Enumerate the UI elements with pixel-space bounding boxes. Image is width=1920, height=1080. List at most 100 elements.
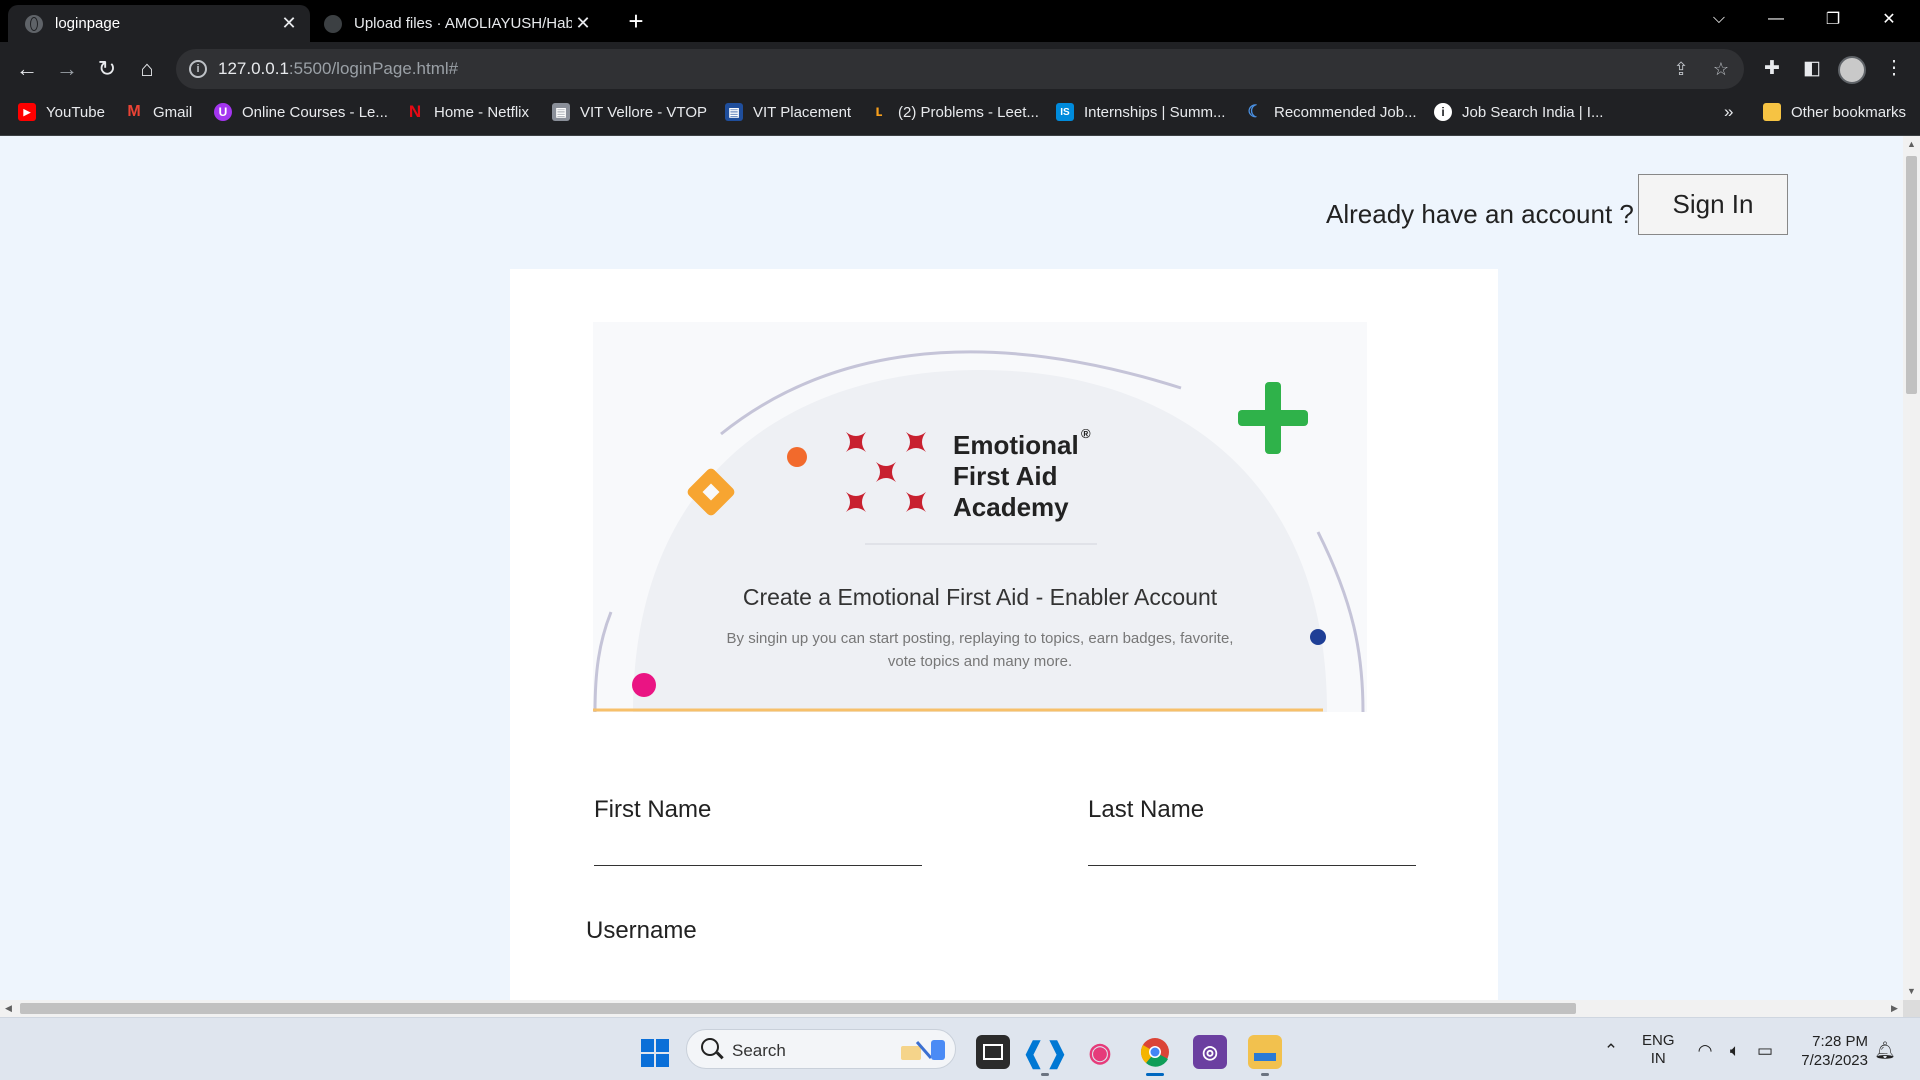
windows-taskbar: Search ❰❱ ◉ ◎ ⌃ ENG IN ◠ 🔈︎ ▭ 7:28 PM 7/… xyxy=(0,1017,1920,1080)
reload-icon[interactable]: ↻ xyxy=(92,54,122,84)
youtube-icon: ▶ xyxy=(18,103,36,121)
tab-search-button[interactable]: ⌵ xyxy=(1696,0,1742,38)
file-explorer-icon[interactable] xyxy=(1248,1035,1282,1076)
github-icon xyxy=(324,14,342,33)
signup-banner: Emotional First Aid Academy ® Create a E… xyxy=(593,322,1367,712)
address-bar[interactable]: i 127.0.0.1:5500/loginPage.html# ⇪ ☆ xyxy=(176,49,1744,89)
first-name-input[interactable] xyxy=(594,831,922,865)
bookmarks-bar: ▶ YouTube M Gmail U Online Courses - Le... … xyxy=(0,96,1920,136)
taskbar-search-box[interactable]: Search xyxy=(686,1029,956,1069)
notifications-icon[interactable]: 🔔︎ xyxy=(1874,1041,1896,1061)
profile-avatar[interactable] xyxy=(1838,56,1866,84)
udemy-icon: U xyxy=(214,103,232,121)
horizontal-scroll-thumb[interactable] xyxy=(20,1003,1576,1014)
tab-title: Upload files · AMOLIAYUSH/Habi xyxy=(354,15,572,32)
tab-close-button[interactable]: ✕ xyxy=(278,13,300,35)
close-window-button[interactable]: ✕ xyxy=(1866,0,1912,38)
search-icon xyxy=(701,1038,719,1056)
side-panel-icon[interactable]: ◧ xyxy=(1799,56,1825,82)
horizontal-scrollbar[interactable]: ◀ ▶ xyxy=(0,1000,1903,1017)
volume-icon[interactable]: 🔈︎ xyxy=(1724,1041,1746,1061)
blue-dot-icon xyxy=(1310,629,1326,645)
address-url[interactable]: 127.0.0.1:5500/loginPage.html# xyxy=(218,59,458,79)
bookmarks-overflow-button[interactable]: » xyxy=(1724,96,1733,128)
other-bookmarks[interactable]: Other bookmarks xyxy=(1763,96,1906,128)
vertical-scrollbar[interactable]: ▲ ▼ xyxy=(1903,136,1920,1000)
registered-mark: ® xyxy=(1081,426,1091,441)
bookmark-gmail[interactable]: M Gmail xyxy=(125,96,192,128)
banner-subtitle: By singin up you can start posting, repl… xyxy=(726,630,1234,670)
language-indicator[interactable]: ENG IN xyxy=(1642,1032,1675,1068)
taskbar-search-label: Search xyxy=(732,1041,786,1060)
extensions-icon[interactable]: ✚ xyxy=(1759,56,1785,82)
banner-title: Create a Emotional First Aid - Enabler A… xyxy=(742,584,1218,610)
bookmark-netflix[interactable]: N Home - Netflix xyxy=(406,96,529,128)
indeed-icon: i xyxy=(1434,103,1452,121)
gmail-icon: M xyxy=(127,103,141,120)
bookmark-vit-placement[interactable]: ▤ VIT Placement xyxy=(725,96,851,128)
wifi-icon[interactable]: ◠ xyxy=(1694,1041,1716,1061)
netflix-icon: N xyxy=(408,102,422,121)
already-have-account-text: Already have an account ? xyxy=(1326,199,1634,229)
home-icon[interactable]: ⌂ xyxy=(132,54,162,84)
tab-title: loginpage xyxy=(55,15,121,32)
orange-dot-icon xyxy=(787,447,807,467)
globe-icon xyxy=(25,14,43,33)
username-label: Username xyxy=(586,917,697,944)
folder-icon xyxy=(1763,103,1781,121)
chrome-menu-icon[interactable]: ⋮ xyxy=(1881,56,1907,82)
purple-app-icon[interactable]: ◎ xyxy=(1193,1035,1227,1069)
last-name-underline xyxy=(1088,865,1416,866)
color-picker-icon[interactable]: ◉ xyxy=(1083,1035,1117,1069)
clock[interactable]: 7:28 PM 7/23/2023 xyxy=(1792,1032,1868,1070)
bookmark-youtube[interactable]: ▶ YouTube xyxy=(18,96,105,128)
browser-tab-strip: loginpage ✕ Upload files · AMOLIAYUSH/Ha… xyxy=(0,0,1920,42)
tab-upload-files[interactable]: Upload files · AMOLIAYUSH/Habi ✕ xyxy=(314,5,604,42)
bookmark-star-icon[interactable]: ☆ xyxy=(1710,58,1732,80)
windows-start-icon[interactable] xyxy=(641,1039,669,1067)
browser-toolbar: ← → ↻ ⌂ i 127.0.0.1:5500/loginPage.html#… xyxy=(0,42,1920,96)
forward-icon[interactable]: → xyxy=(52,54,82,84)
internshala-icon: IS xyxy=(1056,103,1074,121)
tab-close-button[interactable]: ✕ xyxy=(572,13,594,35)
scrollbar-corner xyxy=(1903,1000,1920,1017)
battery-icon[interactable]: ▭ xyxy=(1754,1041,1776,1061)
naukri-icon: ☾ xyxy=(1247,102,1263,121)
task-view-icon[interactable] xyxy=(976,1035,1010,1069)
username-input[interactable] xyxy=(586,953,914,987)
first-name-label: First Name xyxy=(594,796,712,823)
minimize-button[interactable]: — xyxy=(1753,0,1799,38)
scroll-up-icon[interactable]: ▲ xyxy=(1903,136,1920,153)
last-name-label: Last Name xyxy=(1088,796,1205,823)
chrome-icon[interactable] xyxy=(1138,1035,1172,1076)
leetcode-icon: ʟ xyxy=(875,103,883,120)
last-name-input[interactable] xyxy=(1088,831,1416,865)
bookmark-indeed[interactable]: i Job Search India | I... xyxy=(1434,96,1603,128)
sign-in-button[interactable]: Sign In xyxy=(1638,174,1788,235)
pink-dot-icon xyxy=(632,673,656,697)
vscode-icon[interactable]: ❰❱ xyxy=(1022,1035,1068,1076)
bookmark-udemy[interactable]: U Online Courses - Le... xyxy=(214,96,388,128)
show-hidden-icons-icon[interactable]: ⌃ xyxy=(1600,1041,1622,1061)
bookmark-internshala[interactable]: IS Internships | Summ... xyxy=(1056,96,1225,128)
new-tab-button[interactable]: + xyxy=(622,8,650,36)
bookmark-leetcode[interactable]: ʟ (2) Problems - Leet... xyxy=(870,96,1039,128)
bookmark-vtop[interactable]: ▤ VIT Vellore - VTOP xyxy=(552,96,707,128)
scroll-down-icon[interactable]: ▼ xyxy=(1903,983,1920,1000)
signup-card: Emotional First Aid Academy ® Create a E… xyxy=(510,269,1498,1000)
left-arc xyxy=(593,611,613,712)
restore-button[interactable]: ❐ xyxy=(1810,0,1856,38)
back-icon[interactable]: ← xyxy=(12,54,42,84)
brand-logo-text: Emotional First Aid Academy ® xyxy=(953,426,1091,523)
scroll-left-icon[interactable]: ◀ xyxy=(0,1000,17,1017)
vtop-icon: ▤ xyxy=(552,103,570,121)
scroll-right-icon[interactable]: ▶ xyxy=(1886,1000,1903,1017)
tab-loginpage[interactable]: loginpage ✕ xyxy=(8,5,310,42)
share-icon[interactable]: ⇪ xyxy=(1670,58,1692,80)
bookmark-naukri[interactable]: ☾ Recommended Job... xyxy=(1246,96,1416,128)
site-info-icon[interactable]: i xyxy=(189,60,207,78)
vertical-scroll-thumb[interactable] xyxy=(1906,156,1917,394)
page-viewport: Already have an account ? Sign In Emotio… xyxy=(0,136,1903,1000)
search-highlight-icon xyxy=(901,1040,945,1060)
first-name-underline xyxy=(594,865,922,866)
